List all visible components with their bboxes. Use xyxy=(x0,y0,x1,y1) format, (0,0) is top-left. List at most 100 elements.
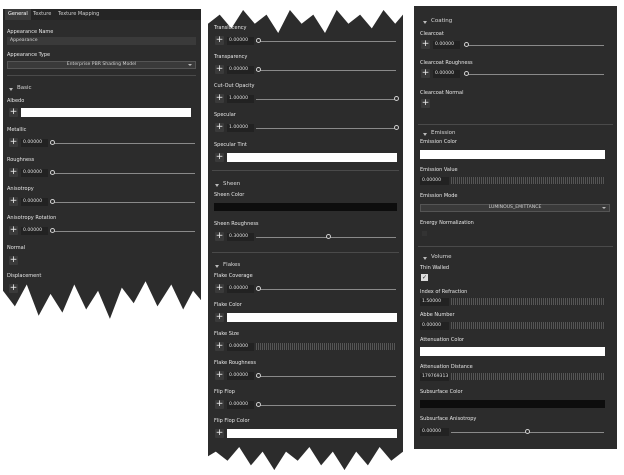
anisotropy-rotation-slider-handle[interactable] xyxy=(50,228,55,233)
translucency-slider-handle[interactable] xyxy=(256,38,261,43)
cut-out-opacity-value[interactable]: 1.00000 xyxy=(227,95,254,103)
abbe-number-slider-track[interactable] xyxy=(451,322,605,329)
add-texture-icon[interactable]: + xyxy=(9,138,18,147)
add-texture-icon[interactable]: + xyxy=(215,65,224,74)
roughness-value[interactable]: 0.00000 xyxy=(21,169,48,177)
flake-size-value[interactable]: 0.00000 xyxy=(227,343,254,351)
specular-tint-color-swatch[interactable] xyxy=(227,153,397,162)
clearcoat-value[interactable]: 0.00000 xyxy=(433,41,460,49)
flip-flop-color-swatch[interactable] xyxy=(227,429,397,438)
add-texture-icon[interactable]: + xyxy=(9,256,18,265)
add-texture-icon[interactable]: + xyxy=(215,36,224,45)
anisotropy-rotation-slider-track[interactable] xyxy=(50,231,195,232)
attenuation-distance-slider-track[interactable] xyxy=(451,373,605,380)
add-texture-icon[interactable]: + xyxy=(9,108,18,117)
add-texture-icon[interactable]: + xyxy=(215,232,224,241)
metallic-slider-handle[interactable] xyxy=(50,140,55,145)
add-texture-icon[interactable]: + xyxy=(215,342,224,351)
ior-value[interactable]: 1.50000 xyxy=(420,298,449,306)
add-texture-icon[interactable]: + xyxy=(215,284,224,293)
abbe-number-value[interactable]: 0.00000 xyxy=(420,322,449,330)
emission-color-swatch[interactable] xyxy=(420,150,605,159)
add-texture-icon[interactable]: + xyxy=(421,69,430,78)
add-texture-icon[interactable]: + xyxy=(9,284,18,293)
chevron-down-icon[interactable] xyxy=(423,21,427,24)
add-texture-icon[interactable]: + xyxy=(421,99,430,108)
add-texture-icon[interactable]: + xyxy=(215,429,224,438)
transparency-value[interactable]: 0.00000 xyxy=(227,66,254,74)
emission-value-slider-track[interactable] xyxy=(451,177,605,184)
add-texture-icon[interactable]: + xyxy=(215,94,224,103)
cut-out-opacity-slider-handle[interactable] xyxy=(394,96,399,101)
emission-mode-dropdown[interactable]: LUMINOUS_EMITTANCE xyxy=(420,204,610,212)
add-texture-icon[interactable]: + xyxy=(421,40,430,49)
chevron-down-icon[interactable] xyxy=(215,265,219,268)
translucency-value[interactable]: 0.00000 xyxy=(227,37,254,45)
add-texture-icon[interactable]: + xyxy=(215,153,224,162)
sheen-roughness-value[interactable]: 0.30000 xyxy=(227,233,254,241)
sheen-color-swatch[interactable] xyxy=(214,203,397,211)
appearance-type-dropdown[interactable]: Enterprise PBR Shading Model xyxy=(7,61,196,69)
tab-texture[interactable]: Texture xyxy=(30,9,54,20)
metallic-slider-track[interactable] xyxy=(50,143,195,144)
subsurface-anisotropy-value[interactable]: 0.00000 xyxy=(420,428,449,436)
flake-size-slider-track[interactable] xyxy=(256,343,396,350)
subsurface-color-swatch[interactable] xyxy=(420,400,605,408)
anisotropy-slider-handle[interactable] xyxy=(50,199,55,204)
attenuation-distance-value[interactable]: 179769313 xyxy=(420,373,449,381)
tab-general[interactable]: General xyxy=(5,9,31,20)
energy-normalization-toggle[interactable] xyxy=(422,231,427,236)
clearcoat-roughness-label: Clearcoat Roughness xyxy=(420,60,473,66)
sheen-roughness-slider-handle[interactable] xyxy=(326,234,331,239)
flake-roughness-value[interactable]: 0.00000 xyxy=(227,372,254,380)
appearance-name-field[interactable]: Appearance xyxy=(7,37,196,45)
specular-value[interactable]: 1.00000 xyxy=(227,124,254,132)
anisotropy-slider-track[interactable] xyxy=(50,202,195,203)
flake-coverage-slider-handle[interactable] xyxy=(256,286,261,291)
attenuation-color-swatch[interactable] xyxy=(420,347,605,356)
add-texture-icon[interactable]: + xyxy=(215,371,224,380)
add-texture-icon[interactable]: + xyxy=(9,197,18,206)
flip-flop-slider-handle[interactable] xyxy=(256,402,261,407)
chevron-down-icon[interactable] xyxy=(215,184,219,187)
specular-tint-label: Specular Tint xyxy=(214,142,247,148)
specular-slider-track[interactable] xyxy=(256,128,396,129)
specular-slider-handle[interactable] xyxy=(394,125,399,130)
flake-coverage-slider-track[interactable] xyxy=(256,289,396,290)
clearcoat-roughness-slider-handle[interactable] xyxy=(464,71,469,76)
subsurface-anisotropy-slider-handle[interactable] xyxy=(525,429,530,434)
metallic-value[interactable]: 0.00000 xyxy=(21,139,48,147)
roughness-slider-handle[interactable] xyxy=(50,170,55,175)
flake-roughness-slider-track[interactable] xyxy=(256,376,396,377)
transparency-slider-handle[interactable] xyxy=(256,67,261,72)
clearcoat-slider-track[interactable] xyxy=(464,45,604,46)
clearcoat-slider-handle[interactable] xyxy=(464,42,469,47)
translucency-slider-track[interactable] xyxy=(256,41,396,42)
flake-coverage-value[interactable]: 0.00000 xyxy=(227,285,254,293)
flip-flop-value[interactable]: 0.00000 xyxy=(227,401,254,409)
clearcoat-roughness-value[interactable]: 0.00000 xyxy=(433,70,460,78)
transparency-slider-track[interactable] xyxy=(256,70,396,71)
add-texture-icon[interactable]: + xyxy=(9,226,18,235)
cut-out-opacity-slider-track[interactable] xyxy=(256,99,396,100)
add-texture-icon[interactable]: + xyxy=(215,313,224,322)
flake-roughness-slider-handle[interactable] xyxy=(256,373,261,378)
flip-flop-slider-track[interactable] xyxy=(256,405,396,406)
emission-value-value[interactable]: 0.00000 xyxy=(420,177,449,185)
add-texture-icon[interactable]: + xyxy=(215,123,224,132)
thin-walled-checkbox[interactable]: ✓ xyxy=(421,274,428,281)
tab-texture-mapping[interactable]: Texture Mapping xyxy=(55,9,102,20)
chevron-down-icon[interactable] xyxy=(423,257,427,260)
chevron-down-icon[interactable] xyxy=(423,133,427,136)
clearcoat-roughness-slider-track[interactable] xyxy=(464,74,604,75)
albedo-color-swatch[interactable] xyxy=(21,108,191,117)
add-texture-icon[interactable]: + xyxy=(215,400,224,409)
anisotropy-rotation-value[interactable]: 0.00000 xyxy=(21,227,48,235)
roughness-slider-track[interactable] xyxy=(50,173,195,174)
flake-color-swatch[interactable] xyxy=(227,313,397,322)
add-texture-icon[interactable]: + xyxy=(9,168,18,177)
chevron-down-icon[interactable] xyxy=(9,88,13,91)
flake-color-label: Flake Color xyxy=(214,302,242,308)
anisotropy-value[interactable]: 0.00000 xyxy=(21,198,48,206)
ior-slider-track[interactable] xyxy=(451,298,605,305)
